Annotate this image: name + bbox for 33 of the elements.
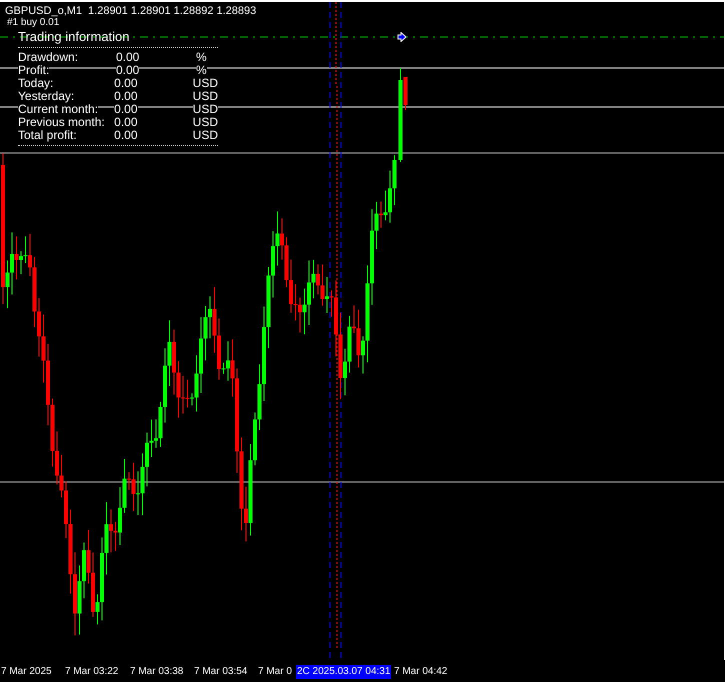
price-readout: 1.28901 1.28901 1.28892 1.28893 — [88, 4, 256, 19]
info-unit: USD — [192, 90, 218, 103]
arrow-icon — [397, 32, 407, 42]
info-unit: USD — [192, 116, 218, 129]
info-label: Profit: — [18, 64, 50, 77]
info-label: Total profit: — [18, 129, 77, 142]
info-unit: USD — [192, 129, 218, 142]
time-label: 7 Mar 0 — [258, 665, 292, 679]
time-label: 7 Mar 03:38 — [130, 665, 184, 679]
info-unit: USD — [192, 77, 218, 90]
info-value: 0.00 — [114, 90, 138, 103]
info-unit: % — [196, 64, 207, 77]
info-label: Yesterday: — [18, 90, 74, 103]
symbol-label: GBPUSD_o,M1 — [5, 4, 82, 18]
info-value: 0.00 — [114, 103, 138, 116]
cursor-time-label: 2C 2025.03.07 04:31 — [296, 665, 392, 679]
info-label: Current month: — [18, 103, 98, 116]
info-value: 0.00 — [114, 129, 138, 142]
info-unit: % — [196, 51, 207, 64]
time-label: 7 Mar 04:42 — [394, 665, 448, 679]
info-label: Previous month: — [18, 116, 105, 129]
info-value: 0.00 — [116, 51, 140, 64]
info-value: 0.00 — [114, 116, 138, 129]
trade-label: #1 buy 0.01 — [7, 17, 60, 28]
time-label: 7 Mar 2025 — [1, 665, 52, 679]
info-label: Today: — [18, 77, 54, 90]
info-label: Drawdown: — [18, 51, 78, 64]
info-value: 0.00 — [116, 64, 140, 77]
info-value: 0.00 — [114, 77, 138, 90]
info-unit: USD — [192, 103, 218, 116]
panel-title: Trading information — [18, 29, 218, 48]
time-label: 7 Mar 03:22 — [65, 665, 118, 679]
time-label: 7 Mar 03:54 — [194, 665, 248, 679]
